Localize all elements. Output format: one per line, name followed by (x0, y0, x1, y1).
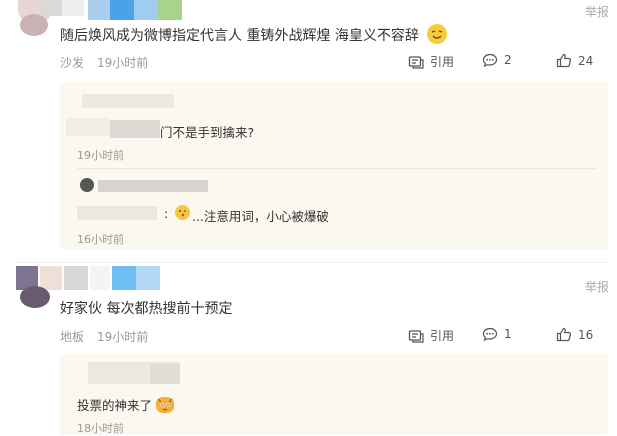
blurred-header (40, 266, 62, 290)
cat-emoji-icon (156, 397, 174, 413)
quote-button[interactable]: 引用 (408, 327, 454, 344)
reply-text: 投票的神来了 (77, 398, 153, 413)
timestamp: 19小时前 (97, 330, 149, 344)
blurred-header (112, 266, 136, 290)
kiss-emoji-icon (175, 205, 190, 220)
report-link[interactable]: 举报 (585, 278, 609, 295)
reply-button[interactable]: 2 (482, 53, 512, 67)
blurred-header (158, 0, 182, 20)
blurred-username (150, 364, 180, 384)
like-count: 16 (578, 327, 594, 342)
blurred-username (110, 120, 160, 138)
thumbs-up-icon (556, 53, 572, 68)
blurred-header (110, 0, 134, 20)
blurred-header (64, 266, 88, 290)
blurred-username (98, 180, 208, 192)
quote-icon (408, 329, 424, 343)
comment-bubble-icon (482, 53, 498, 67)
quote-label: 引用 (430, 55, 455, 69)
reply-timestamp: 19小时前 (77, 149, 124, 162)
blurred-header (134, 0, 158, 20)
reply-count: 2 (504, 53, 512, 67)
laughing-emoji-icon (427, 24, 448, 44)
like-button[interactable]: 24 (556, 53, 593, 68)
comment-body: 随后焕风成为微博指定代言人 重铸外战辉煌 海皇义不容辞 (60, 28, 419, 44)
like-count: 24 (578, 53, 594, 68)
blurred-header (62, 0, 84, 16)
blurred-header (90, 266, 110, 290)
avatar[interactable] (20, 14, 48, 36)
avatar[interactable] (20, 286, 50, 308)
reply-text: ...注意用词，小心被爆破 (192, 209, 329, 224)
timestamp: 19小时前 (97, 56, 149, 70)
reply-button[interactable]: 1 (482, 327, 512, 341)
comment-divider (14, 262, 608, 263)
quote-button[interactable]: 引用 (408, 53, 454, 70)
comment-body: 好家伙 每次都热搜前十预定 (60, 301, 233, 317)
comment-text: 随后焕风成为微博指定代言人 重铸外战辉煌 海皇义不容辞 (60, 24, 448, 45)
blurred-username (66, 118, 110, 136)
quote-icon (408, 55, 424, 69)
reply-divider (77, 168, 597, 169)
blurred-header (88, 0, 110, 20)
blurred-header (40, 0, 62, 16)
blurred-header (136, 266, 160, 290)
report-link[interactable]: 举报 (585, 3, 609, 20)
reply-separator: : (164, 206, 169, 221)
reply-timestamp: 18小时前 (77, 422, 124, 435)
comment-bubble-icon (482, 327, 498, 341)
thumbs-up-icon (556, 327, 572, 342)
reply-text-row: 投票的神来了 (77, 395, 174, 414)
like-button[interactable]: 16 (556, 327, 593, 342)
quote-label: 引用 (430, 329, 455, 343)
blurred-avatar (80, 178, 94, 192)
floor-label: 地板 (60, 330, 85, 344)
reply-timestamp: 16小时前 (77, 233, 124, 246)
blurred-username (82, 94, 174, 108)
blurred-username (77, 206, 157, 220)
reply-text: 门不是手到擒来? (160, 125, 255, 140)
reply-count: 1 (504, 327, 512, 341)
floor-label: 沙发 (60, 56, 85, 70)
